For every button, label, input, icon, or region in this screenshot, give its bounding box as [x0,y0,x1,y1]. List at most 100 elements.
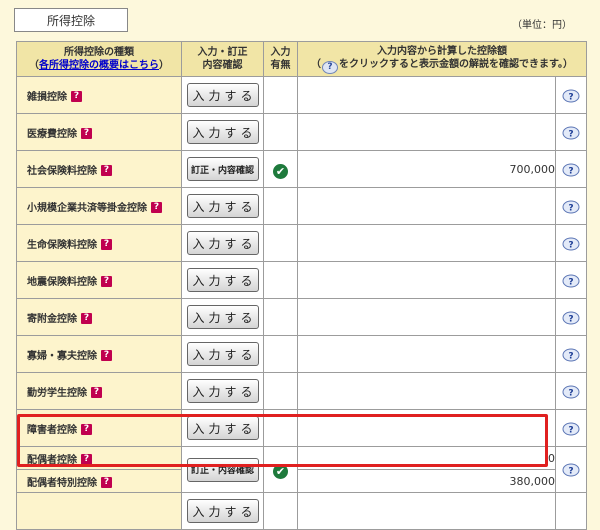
check-icon: ✔ [273,464,288,479]
row-help-cell: ? [555,298,587,336]
help-explanation-icon[interactable]: ? [562,200,580,215]
row-name: 医療費控除? [16,113,182,151]
help-explanation-icon[interactable]: ? [562,274,580,289]
row-input-button[interactable]: 入力する [186,268,259,292]
table-row: 寄附金控除? 入力する? [16,298,587,336]
row-status [263,224,298,262]
row-button-cell: 入力する [181,113,264,151]
svg-text:?: ? [568,425,573,435]
row-name: 勤労学生控除? [16,372,182,410]
row-status [263,372,298,410]
help-badge-icon[interactable]: ? [91,387,102,398]
help-explanation-icon[interactable]: ? [562,348,580,363]
row-help-cell: ? [555,372,587,410]
help-explanation-icon[interactable]: ? [562,126,580,141]
row-button-cell: 入力する [181,409,264,447]
partial-input-button[interactable]: 入力する [186,499,259,523]
row-status [263,76,298,114]
row-input-button[interactable]: 入力する [186,416,259,440]
row-help-cell: ? [555,335,587,373]
help-badge-icon[interactable]: ? [81,128,92,139]
row-name: 寡婦・寡夫控除? [16,335,182,373]
row-button-cell: 入力する [181,335,264,373]
row-name: 雑損控除? [16,76,182,114]
help-hint-icon: ? [322,60,338,74]
help-explanation-icon[interactable]: ? [562,463,580,478]
deduction-tab[interactable]: 所得控除 [14,8,128,32]
row-status [263,298,298,336]
help-badge-icon[interactable]: ? [101,350,112,361]
row-status [263,409,298,447]
table-row: 医療費控除? 入力する? [16,113,587,151]
header-input-confirm: 入力・訂正 内容確認 [181,41,264,77]
help-explanation-icon[interactable]: ? [562,311,580,326]
row-button-cell: 入力する [181,298,264,336]
row-help-cell: ? [555,409,587,447]
help-explanation-icon[interactable]: ? [562,422,580,437]
row-name-spouse: 配偶者控除? [16,446,182,470]
svg-text:?: ? [568,92,573,102]
header-deduction-amount: 入力内容から計算した控除額 （? をクリックすると表示金額の解説を確認できます。） [297,41,587,77]
svg-text:?: ? [568,388,573,398]
row-help-cell: ? [555,261,587,299]
row-button-cell: 入力する [181,187,264,225]
spouse-help-cell: ? [555,446,587,493]
help-badge-icon[interactable]: ? [101,276,112,287]
row-name-partial [16,492,182,530]
row-amount [297,409,556,447]
spouse-button-cell: 訂正・内容確認 [181,446,264,493]
row-amount [297,76,556,114]
help-explanation-icon[interactable]: ? [562,237,580,252]
row-name: 障害者控除? [16,409,182,447]
row-amount [297,224,556,262]
help-explanation-icon[interactable]: ? [562,163,580,178]
help-badge-icon[interactable]: ? [81,454,92,465]
row-name: 生命保険料控除? [16,224,182,262]
help-badge-icon[interactable]: ? [101,239,112,250]
row-status [263,335,298,373]
help-badge-icon[interactable]: ? [71,91,82,102]
row-button-cell: 入力する [181,224,264,262]
help-badge-icon[interactable]: ? [81,313,92,324]
spouse-amount: 0 [297,446,556,470]
partial-button-cell: 入力する [181,492,264,530]
check-icon: ✔ [273,163,288,179]
row-input-button[interactable]: 入力する [186,342,259,366]
svg-text:?: ? [568,351,573,361]
help-badge-icon[interactable]: ? [151,202,162,213]
deduction-overview-link[interactable]: 各所得控除の概要はこちら [39,60,159,71]
table-row-spouse: 配偶者控除? 訂正・内容確認 ✔ 0 ? [16,446,587,493]
table-header: 所得控除の種類 （各所得控除の概要はこちら） 入力・訂正 内容確認 入力 有無 入力… [16,41,587,77]
svg-text:?: ? [568,129,573,139]
row-help-cell: ? [555,224,587,262]
help-explanation-icon[interactable]: ? [562,385,580,400]
row-help-cell: ? [555,150,587,188]
svg-text:?: ? [568,314,573,324]
row-status [263,187,298,225]
row-input-button[interactable]: 入力する [186,83,259,107]
table-row: 小規模企業共済等掛金控除? 入力する? [16,187,587,225]
help-badge-icon[interactable]: ? [101,165,112,176]
row-status [263,113,298,151]
row-button-cell: 入力する [181,261,264,299]
row-input-button[interactable]: 入力する [186,194,259,218]
row-input-button[interactable]: 入力する [186,231,259,255]
row-amount [297,187,556,225]
header-deduction-type: 所得控除の種類 （各所得控除の概要はこちら） [16,41,182,77]
row-input-button[interactable]: 入力する [186,379,259,403]
spouse-confirm-button[interactable]: 訂正・内容確認 [186,457,259,482]
svg-text:?: ? [568,467,573,477]
row-amount [297,261,556,299]
row-help-cell: ? [555,187,587,225]
row-input-button[interactable]: 入力する [186,120,259,144]
row-input-button[interactable]: 訂正・内容確認 [186,157,259,181]
spouse-status: ✔ [263,446,298,493]
row-amount: 700,000 [297,150,556,188]
table-row: 社会保険料控除? 訂正・内容確認 ✔ 700,000? [16,150,587,188]
help-explanation-icon[interactable]: ? [562,89,580,104]
help-badge-icon[interactable]: ? [81,424,92,435]
row-name: 社会保険料控除? [16,150,182,188]
row-button-cell: 入力する [181,372,264,410]
row-button-cell: 入力する [181,76,264,114]
row-input-button[interactable]: 入力する [186,305,259,329]
